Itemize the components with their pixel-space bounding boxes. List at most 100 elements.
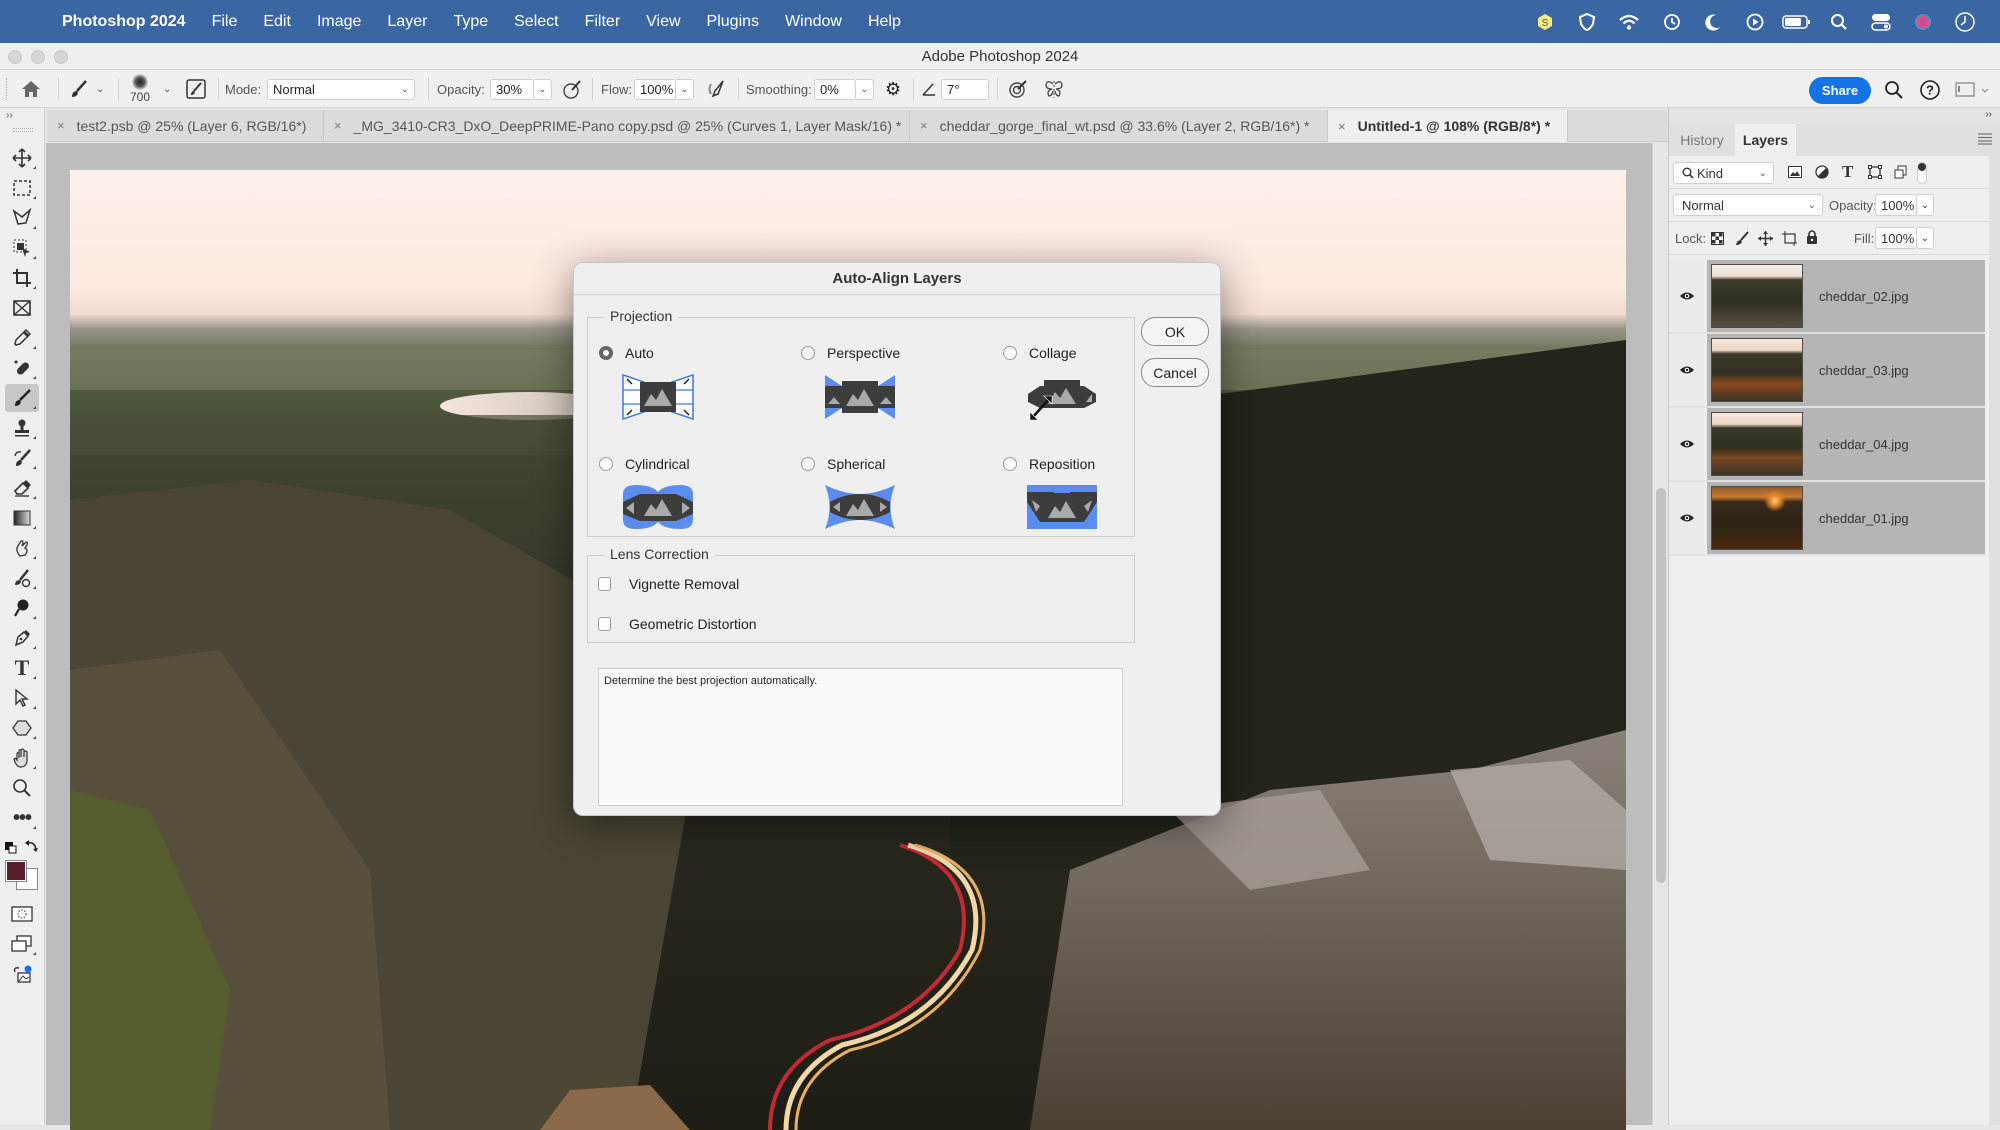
type-tool[interactable]: T [5, 654, 39, 682]
wifi-icon[interactable] [1608, 13, 1650, 31]
quick-mask-button[interactable] [5, 900, 39, 928]
radio-button[interactable] [801, 346, 815, 360]
menu-type[interactable]: Type [453, 13, 488, 31]
filter-smart-objects-icon[interactable] [1894, 165, 1908, 182]
blur-tool[interactable] [5, 564, 39, 592]
options-grip[interactable] [6, 70, 12, 108]
projection-spherical-radio[interactable]: Spherical [801, 456, 885, 472]
geometric-distortion-checkbox[interactable]: Geometric Distortion [598, 616, 757, 632]
foreground-color-swatch[interactable] [5, 860, 27, 882]
smudge-tool[interactable] [5, 534, 39, 562]
clock-icon[interactable] [1944, 11, 1986, 33]
tab-history[interactable]: History [1669, 124, 1735, 156]
hand-tool[interactable] [5, 744, 39, 772]
lock-position-icon[interactable] [1758, 231, 1773, 249]
default-colors-button[interactable] [5, 841, 17, 859]
radio-button[interactable] [1003, 346, 1017, 360]
siri-icon[interactable] [1902, 12, 1944, 32]
path-selection-tool[interactable] [5, 684, 39, 712]
projection-collage-radio[interactable]: Collage [1003, 345, 1076, 361]
rectangular-marquee-tool[interactable] [5, 174, 39, 202]
projection-auto-radio[interactable]: Auto [599, 345, 654, 361]
menu-view[interactable]: View [646, 13, 680, 31]
filter-type-layers-icon[interactable]: T [1842, 162, 1853, 182]
menu-filter[interactable]: Filter [585, 13, 621, 31]
app-menu[interactable]: Photoshop 2024 [62, 13, 186, 31]
scrollbar-thumb[interactable] [1656, 488, 1666, 883]
menu-file[interactable]: File [212, 13, 238, 31]
menu-layer[interactable]: Layer [387, 13, 427, 31]
spherical-projection-icon[interactable] [824, 484, 896, 530]
history-brush-tool[interactable] [5, 444, 39, 472]
smoothing-dropdown[interactable]: ⌄ [856, 78, 874, 100]
spot-healing-brush-tool[interactable] [5, 354, 39, 382]
generative-fill-button[interactable] [5, 960, 39, 988]
auto-projection-icon[interactable] [622, 374, 694, 420]
filter-adjustment-layers-icon[interactable] [1815, 165, 1829, 182]
zoom-tool[interactable] [5, 774, 39, 802]
lock-image-pixels-icon[interactable] [1735, 231, 1749, 249]
document-tab[interactable]: × cheddar_gorge_final_wt.psd @ 33.6% (Lay… [910, 110, 1328, 141]
frame-tool[interactable] [5, 294, 39, 322]
panel-menu-button[interactable] [1978, 132, 1992, 150]
fill-input[interactable]: 100% [1875, 227, 1917, 249]
play-icon[interactable] [1734, 12, 1776, 32]
radio-button[interactable] [1003, 457, 1017, 471]
edit-toolbar-button[interactable]: ••• [5, 804, 39, 832]
opacity-dropdown[interactable]: ⌄ [534, 78, 552, 100]
brush-size-picker[interactable]: 700 [130, 70, 150, 108]
checkbox[interactable] [598, 617, 611, 631]
help-button[interactable]: ? [1919, 79, 1941, 106]
fill-dropdown[interactable]: ⌄ [1916, 227, 1934, 249]
radio-button[interactable] [599, 457, 613, 471]
s-app-icon[interactable]: S [1524, 12, 1566, 32]
projection-perspective-radio[interactable]: Perspective [801, 345, 900, 361]
time-machine-icon[interactable] [1650, 12, 1692, 32]
pen-tool[interactable] [5, 624, 39, 652]
brush-tool[interactable] [5, 384, 39, 412]
layer-visibility-toggle[interactable] [1669, 408, 1705, 480]
layer-opacity-dropdown[interactable]: ⌄ [1916, 194, 1934, 216]
tool-preset-picker[interactable]: ⌄ [68, 70, 104, 108]
brush-settings-panel-toggle[interactable] [186, 70, 206, 108]
control-center-icon[interactable] [1860, 13, 1902, 31]
close-tab-icon[interactable]: × [57, 118, 65, 133]
cylindrical-projection-icon[interactable] [622, 484, 694, 530]
collapse-toolbar-icon[interactable]: ›› [6, 110, 13, 121]
layer-opacity-input[interactable]: 100% [1875, 194, 1917, 216]
opacity-input[interactable]: 30% ⌄ [490, 70, 552, 108]
layer-row[interactable]: cheddar_01.jpg [1669, 482, 1985, 556]
menu-window[interactable]: Window [785, 13, 842, 31]
projection-cylindrical-radio[interactable]: Cylindrical [599, 456, 690, 472]
shield-icon[interactable] [1566, 12, 1608, 32]
airbrush-toggle[interactable] [705, 70, 727, 108]
lasso-tool[interactable] [5, 204, 39, 232]
moon-icon[interactable] [1692, 12, 1734, 32]
menu-image[interactable]: Image [317, 13, 361, 31]
dodge-tool[interactable] [5, 594, 39, 622]
lock-transparent-pixels-icon[interactable] [1711, 232, 1724, 248]
close-tab-icon[interactable]: × [920, 118, 928, 133]
eraser-tool[interactable] [5, 474, 39, 502]
spotlight-search-icon[interactable] [1818, 13, 1860, 31]
flow-input[interactable]: 100% ⌄ [634, 70, 694, 108]
clone-stamp-tool[interactable] [5, 414, 39, 442]
reposition-projection-icon[interactable] [1026, 484, 1098, 530]
swap-colors-button[interactable] [25, 839, 39, 858]
flow-dropdown[interactable]: ⌄ [676, 78, 694, 100]
battery-icon[interactable] [1776, 14, 1818, 30]
document-tab[interactable]: × _MG_3410-CR3_DxO_DeepPRIME-Pano copy.ps… [324, 110, 910, 141]
vignette-removal-checkbox[interactable]: Vignette Removal [598, 576, 739, 592]
symmetry-button[interactable] [1043, 70, 1065, 108]
checkbox[interactable] [598, 577, 611, 591]
screen-mode-button[interactable] [5, 930, 39, 958]
brush-size-dropdown[interactable]: ⌄ [163, 70, 171, 108]
home-button[interactable] [20, 70, 42, 108]
share-button[interactable]: Share [1809, 77, 1871, 104]
toolbar-grip[interactable] [13, 128, 33, 132]
document-tab-active[interactable]: × Untitled-1 @ 108% (RGB/8*) * [1328, 110, 1568, 142]
tab-layers[interactable]: Layers [1735, 124, 1796, 156]
close-tab-icon[interactable]: × [334, 118, 342, 133]
pressure-size-toggle[interactable] [1007, 70, 1029, 108]
document-tab[interactable]: × test2.psb @ 25% (Layer 6, RGB/16*) [47, 110, 324, 141]
